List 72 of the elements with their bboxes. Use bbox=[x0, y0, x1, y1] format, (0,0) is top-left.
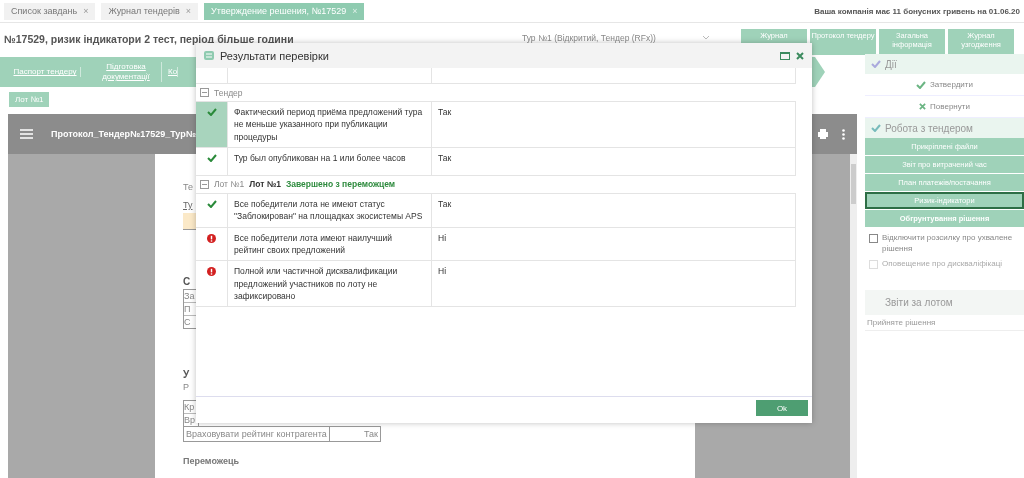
checkbox[interactable] bbox=[869, 234, 878, 243]
check-result: Ні bbox=[432, 261, 796, 308]
document-heading: Переможець bbox=[183, 456, 241, 466]
panel-title: Дії bbox=[885, 58, 897, 70]
collapse-icon[interactable] bbox=[200, 179, 209, 189]
document-link[interactable]: Ту bbox=[183, 200, 193, 210]
document-title: Протокол_Тендер№17529_Тур№ bbox=[51, 129, 196, 139]
list-icon bbox=[204, 51, 214, 60]
check-result: Так bbox=[432, 147, 796, 176]
status-cell[interactable] bbox=[196, 147, 228, 176]
document-table-cell-text: Вр bbox=[184, 414, 196, 426]
close-tab-icon[interactable]: × bbox=[185, 6, 192, 16]
checkbox-label: Оповещение про дискваліфікаці bbox=[882, 258, 1003, 270]
ok-button[interactable]: Ok bbox=[756, 400, 808, 416]
chevron-icon bbox=[703, 36, 709, 40]
print-icon[interactable] bbox=[818, 129, 828, 139]
collapse-icon[interactable] bbox=[200, 88, 209, 97]
bonus-notice: Ваша компанія має 11 бонусних гривень на 01.06.20 bbox=[814, 6, 1020, 16]
close-tab-icon[interactable]: × bbox=[352, 6, 358, 16]
document-table-cell-text: Так bbox=[362, 428, 379, 441]
panel-title: Робота з тендером bbox=[885, 122, 973, 134]
check-text: Все победители лота не имеют статус "Заблокирован" на площадках экосистемы APS bbox=[228, 193, 432, 228]
menu-icon[interactable] bbox=[20, 129, 33, 139]
panel-title: Звіти за лотом bbox=[865, 289, 1024, 315]
check-icon bbox=[206, 153, 217, 162]
check-text: Все победители лота имеют наилучший рейтинг своих предложений bbox=[228, 227, 432, 262]
check-text: Полной или частичной дисквалификации предложений участников по лоту не зафиксировано bbox=[228, 261, 432, 308]
close-icon[interactable] bbox=[796, 51, 804, 60]
check-icon bbox=[871, 124, 881, 132]
document-table-cell: Враховувати рейтинг контрагента bbox=[184, 427, 331, 441]
check-icon bbox=[206, 199, 217, 208]
maximize-icon[interactable] bbox=[780, 51, 790, 60]
status-cell[interactable] bbox=[196, 261, 228, 308]
document-heading: У bbox=[183, 369, 190, 380]
group-name: Лот №1 bbox=[249, 179, 281, 190]
check-text: Тур был опубликован на 1 или более часов bbox=[228, 147, 432, 176]
check-icon bbox=[206, 108, 217, 116]
step-link[interactable]: Ко bbox=[168, 67, 179, 77]
report-item[interactable]: Прийняте рішення bbox=[865, 314, 1024, 331]
close-tab-icon[interactable]: × bbox=[83, 6, 89, 16]
more-icon[interactable] bbox=[842, 128, 845, 140]
table-header-cell bbox=[196, 68, 228, 84]
dialog-title: Результати перевірки bbox=[220, 49, 329, 62]
document-table-cell-text: С bbox=[184, 316, 192, 328]
document-text: Те bbox=[183, 182, 193, 192]
alert-icon bbox=[207, 233, 216, 243]
page-title: №17529, ризик індикатори 2 тест, період більше години bbox=[4, 32, 295, 45]
checkbox-label: Відключити розсилку про ухвалене рішення bbox=[882, 232, 1014, 255]
check-result: Так bbox=[432, 193, 796, 228]
group-label: Тендер bbox=[214, 87, 243, 98]
status-cell[interactable] bbox=[196, 193, 228, 228]
check-icon bbox=[916, 80, 927, 89]
step-link[interactable]: Паспорт тендеру bbox=[10, 67, 81, 77]
check-icon bbox=[871, 60, 881, 68]
check-text: Фактический период приёма предложений тура не меньше указанного при публикации процедуры bbox=[228, 102, 432, 148]
check-result: Ні bbox=[432, 227, 796, 262]
alert-icon bbox=[207, 267, 216, 277]
cross-icon bbox=[919, 103, 927, 110]
lot-button[interactable]: Лот №1 bbox=[9, 92, 50, 107]
tab[interactable]: Утверждение решения, №17529 × bbox=[204, 2, 365, 20]
document-heading: С bbox=[183, 276, 191, 287]
group-label: Лот №1 bbox=[214, 179, 245, 190]
tab[interactable]: Журнал тендерів × bbox=[101, 2, 199, 20]
step-link[interactable]: Підготовка документації bbox=[91, 62, 162, 82]
status-cell[interactable] bbox=[196, 227, 228, 262]
check-result: Так bbox=[432, 102, 796, 148]
checkbox-row[interactable]: Відключити розсилку про ухвалене рішення bbox=[865, 228, 1024, 255]
document-text: Р bbox=[183, 382, 189, 392]
group-status: Завершено з переможцем bbox=[285, 179, 396, 190]
tab[interactable]: Список завдань × bbox=[4, 2, 96, 20]
scrollbar[interactable] bbox=[850, 154, 857, 478]
status-cell[interactable] bbox=[196, 102, 228, 148]
